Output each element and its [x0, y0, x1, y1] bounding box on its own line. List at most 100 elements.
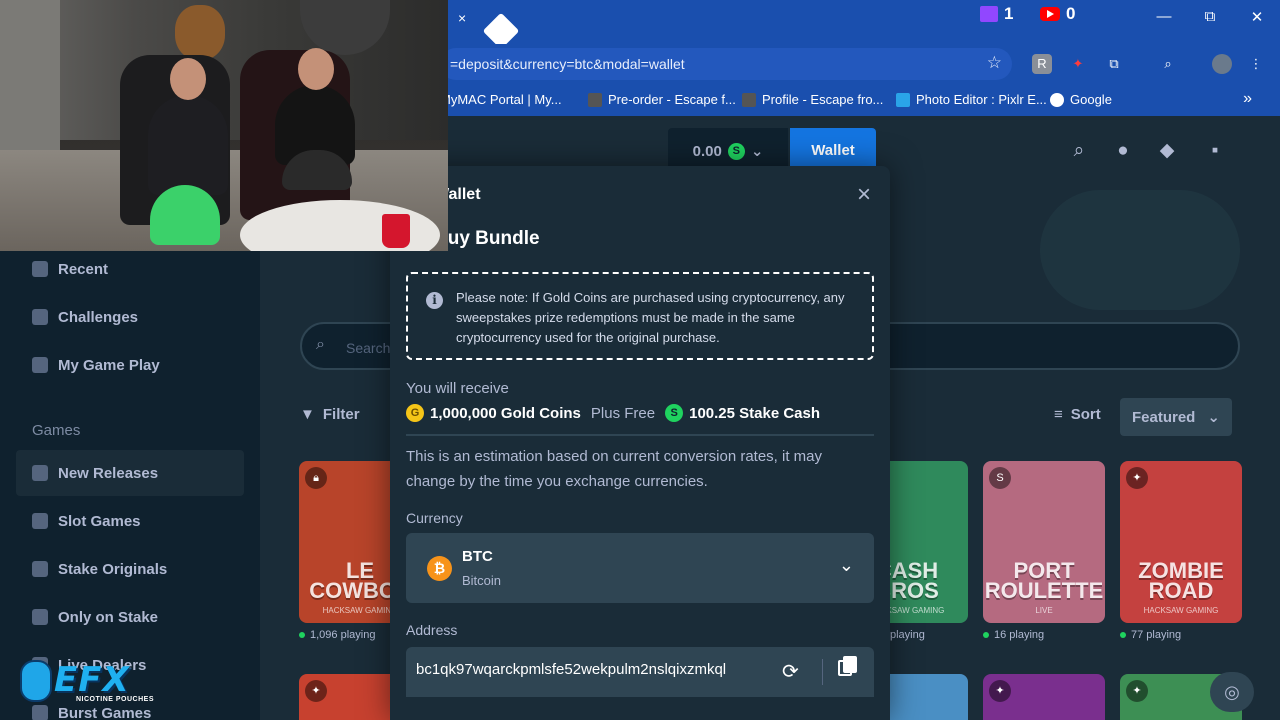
game-studio: LIVE	[1035, 606, 1053, 615]
currency-code: BTC	[462, 548, 493, 565]
new-release-icon: ✦	[989, 680, 1011, 702]
online-dot-icon	[983, 632, 989, 638]
refresh-icon[interactable]: ⟳	[782, 659, 799, 684]
sidebar-item-label: Challenges	[58, 308, 139, 326]
bookmarks-overflow-icon[interactable]: »	[1243, 90, 1252, 108]
chevron-down-icon: ⌄	[838, 555, 854, 575]
divider	[822, 659, 823, 685]
new-release-icon: ✦	[305, 680, 327, 702]
sidebar-item-label: Only on Stake	[58, 608, 159, 626]
extension-icon[interactable]: R	[1032, 54, 1052, 74]
profile-avatar-icon[interactable]	[1212, 54, 1232, 74]
webcam-teddy-bear	[175, 5, 225, 60]
sort-label: ≡ Sort	[1054, 406, 1101, 423]
trophy-icon	[32, 309, 48, 325]
minimize-button[interactable]: —	[1152, 8, 1176, 25]
twitch-icon	[980, 6, 998, 22]
sidebar-item-label: Slot Games	[58, 512, 141, 530]
tab-close-icon[interactable]: ×	[458, 10, 466, 26]
webcam-cup	[382, 214, 410, 248]
gold-coins-amount: 1,000,000 Gold Coins	[430, 404, 581, 422]
sidebar-item-new-releases[interactable]: New Releases	[16, 450, 244, 496]
url-text: =deposit&currency=btc&modal=wallet	[450, 56, 685, 72]
bookmark-label: MyMAC Portal | My...	[440, 92, 562, 107]
user-icon[interactable]: ●	[1112, 140, 1134, 162]
sidebar-item-stake-originals[interactable]: Stake Originals	[16, 546, 244, 592]
support-chat-icon[interactable]: ◎	[1210, 672, 1254, 712]
bookmark-item[interactable]: Pre-order - Escape f...	[588, 92, 736, 107]
sidebar-item-label: Recent	[58, 260, 109, 278]
sidebar-item-label: New Releases	[58, 464, 159, 482]
bookmark-item[interactable]: MyMAC Portal | My...	[440, 92, 562, 107]
players-count: 77 playing	[1120, 629, 1181, 641]
extensions-puzzle-icon[interactable]: ⧉	[1104, 54, 1124, 74]
lock-icon: 🔒︎	[305, 467, 327, 489]
twitch-count: 1	[1004, 4, 1014, 23]
sidebar-item-label: My Game Play	[58, 356, 160, 374]
screen: × 1 0 — ⧉ ✕ =deposit&currency=btc&modal=…	[0, 0, 1280, 720]
info-icon: i	[426, 292, 443, 309]
game-card[interactable]: ✦	[983, 674, 1105, 720]
window-close-button[interactable]: ✕	[1245, 8, 1269, 26]
bitcoin-icon: ₿	[427, 556, 452, 581]
sidebar-item-my-game-play[interactable]: My Game Play	[16, 342, 244, 388]
currency-select[interactable]: ₿ BTC Bitcoin ⌄	[406, 533, 874, 603]
game-icon	[742, 92, 756, 107]
chevron-down-icon: ⌄	[1207, 409, 1220, 426]
chat-icon[interactable]: ▪	[1204, 140, 1226, 162]
sidebar-item-recent[interactable]: Recent	[16, 246, 244, 292]
search-icon[interactable]: ⌕	[1068, 140, 1090, 162]
sidebar-item-challenges[interactable]: Challenges	[16, 294, 244, 340]
players-count-text: 77 playing	[1131, 629, 1182, 641]
deposit-address-field[interactable]: bc1qk97wqarckpmlsfe52wekpulm2nslqixzmkql…	[406, 647, 874, 697]
balance-value: 0.00	[692, 142, 722, 160]
receive-summary: G 1,000,000 Gold Coins Plus Free S 100.2…	[406, 404, 820, 422]
game-studio: HACKSAW GAMING	[1143, 606, 1219, 615]
google-icon	[1050, 92, 1064, 107]
stake-cash-amount: 100.25 Stake Cash	[689, 404, 821, 422]
game-card[interactable]: S PORT ROULETTE LIVE	[983, 461, 1105, 623]
currency-label: Currency	[406, 510, 463, 526]
bookmark-star-icon[interactable]: ☆	[987, 53, 1002, 73]
players-count: playing	[890, 629, 925, 641]
sidebar-item-only-on-stake[interactable]: Only on Stake	[16, 594, 244, 640]
maximize-button[interactable]: ⧉	[1198, 8, 1222, 25]
youtube-viewers: 0	[1040, 4, 1075, 24]
sort-select[interactable]: Featured ⌄	[1120, 398, 1232, 436]
currency-name: Bitcoin	[462, 573, 502, 588]
sidebar-item-slot-games[interactable]: Slot Games	[16, 498, 244, 544]
close-icon[interactable]: ×	[852, 182, 876, 208]
stake-icon	[32, 609, 48, 625]
game-icon	[588, 92, 602, 107]
bookmark-label: Profile - Escape fro...	[762, 92, 884, 107]
deposit-address[interactable]: bc1qk97wqarckpmlsfe52wekpulm2nslqixzmkql	[416, 661, 756, 678]
online-dot-icon	[299, 632, 305, 638]
youtube-icon	[1040, 7, 1060, 21]
bookmark-item[interactable]: Photo Editor : Pixlr E...	[896, 92, 1047, 107]
pixlr-icon	[896, 92, 910, 107]
gold-coin-icon: G	[406, 404, 424, 422]
browser-menu-icon[interactable]: ⋮	[1246, 54, 1266, 74]
logo-text: EFX	[54, 660, 130, 700]
game-title: PORT ROULETTE	[984, 558, 1104, 603]
extension-icon[interactable]: ✦	[1068, 54, 1088, 74]
stake-exclusive-icon: S	[989, 467, 1011, 489]
mascot-icon	[20, 660, 52, 702]
bookmark-item[interactable]: Profile - Escape fro...	[742, 92, 883, 107]
checklist-icon	[32, 357, 48, 373]
tab-search-icon[interactable]: ⌕	[1158, 54, 1178, 74]
youtube-count: 0	[1066, 4, 1076, 23]
bookmark-item[interactable]: Google	[1050, 92, 1112, 107]
sidebar-item-label: Stake Originals	[58, 560, 168, 578]
filter-button[interactable]: ▼ Filter	[300, 406, 360, 423]
divider	[406, 434, 874, 436]
new-release-icon: ✦	[1126, 680, 1148, 702]
bookmark-label: Photo Editor : Pixlr E...	[916, 92, 1047, 107]
game-card[interactable]: ✦ ZOMBIE ROAD HACKSAW GAMING	[1120, 461, 1242, 623]
url-field[interactable]: =deposit&currency=btc&modal=wallet ☆	[440, 48, 1012, 80]
search-placeholder: Search	[346, 340, 391, 356]
filter-label: Filter	[322, 406, 360, 423]
bell-icon[interactable]: ◆	[1156, 140, 1178, 162]
notice-text: Please note: If Gold Coins are purchased…	[456, 290, 845, 345]
copy-icon[interactable]	[838, 656, 857, 676]
